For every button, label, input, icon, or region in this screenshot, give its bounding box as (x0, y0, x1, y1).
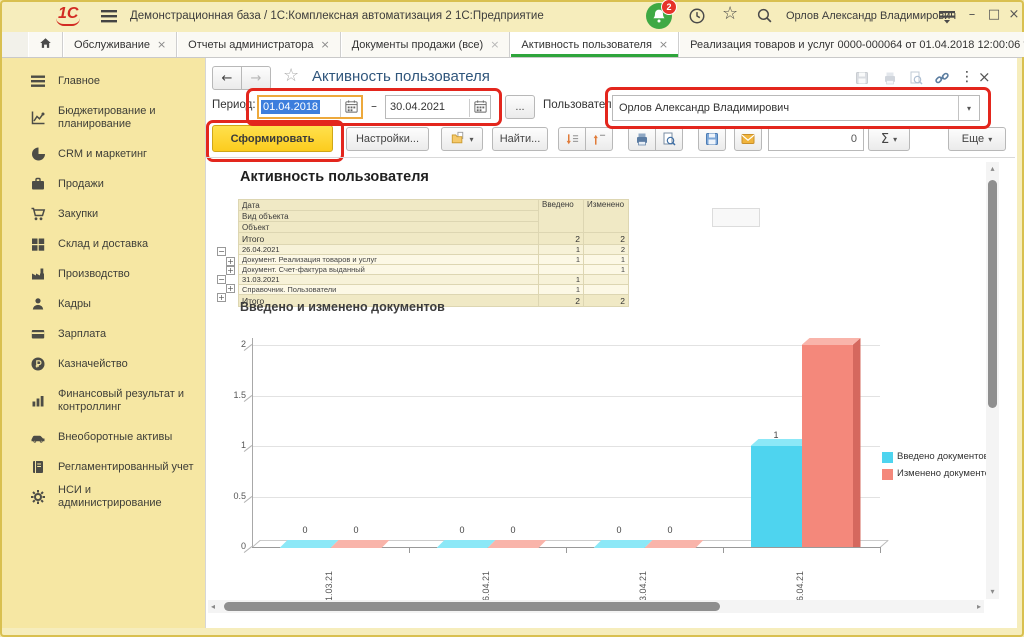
y-axis-label: 1.5 (216, 390, 246, 400)
bar-zero-06.04.21 (488, 540, 547, 548)
bar-value-label: 0 (645, 525, 696, 535)
bar-zero-23.04.21 (645, 540, 704, 548)
scroll-down-icon[interactable]: ▾ (986, 588, 999, 596)
x-axis-tick (723, 547, 724, 553)
y-axis-label: 1 (216, 440, 246, 450)
x-axis-category-label: 31.03.21 (324, 556, 334, 606)
grid-line (252, 396, 880, 397)
legend-swatch (882, 469, 893, 480)
floor-right-slant (880, 540, 889, 548)
y-axis-label: 0 (216, 541, 246, 551)
legend-label: Изменено документов (897, 468, 995, 479)
horizontal-scrollbar-thumb[interactable] (224, 602, 720, 611)
bar-value-label: 1 (751, 430, 802, 440)
scroll-right-icon[interactable]: ▸ (977, 603, 981, 611)
bar-zero-06.04.21 (437, 540, 496, 548)
legend-swatch (882, 452, 893, 463)
bar-value-label: 0 (331, 525, 382, 535)
horizontal-scrollbar[interactable]: ◂ ▸ (208, 600, 984, 613)
bar-top-26.04.21 (802, 338, 861, 345)
vertical-scrollbar[interactable]: ▴ ▾ (986, 162, 999, 599)
x-axis-category-label: 26.04.21 (795, 556, 805, 606)
chart-area: 00.511.520031.03.210006.04.210023.04.211… (0, 0, 1024, 637)
scroll-left-icon[interactable]: ◂ (211, 603, 215, 611)
x-axis-category-label: 06.04.21 (481, 556, 491, 606)
bar-zero-31.03.21 (280, 540, 339, 548)
x-axis-tick (409, 547, 410, 553)
vertical-scrollbar-thumb[interactable] (988, 180, 997, 408)
bar-26.04.21 (751, 446, 802, 547)
bar-side-26.04.21 (853, 338, 861, 547)
x-axis-category-label: 23.04.21 (638, 556, 648, 606)
y-axis-line (252, 338, 253, 547)
x-axis-tick (880, 547, 881, 553)
x-axis-tick (566, 547, 567, 553)
bar-value-label: 0 (488, 525, 539, 535)
grid-line (252, 345, 880, 346)
y-axis-label: 2 (216, 339, 246, 349)
bar-value-label: 0 (437, 525, 488, 535)
bar-value-label: 0 (594, 525, 645, 535)
scroll-up-icon[interactable]: ▴ (986, 165, 999, 173)
bar-zero-31.03.21 (331, 540, 390, 548)
bar-zero-23.04.21 (594, 540, 653, 548)
legend-label: Введено документов (897, 451, 989, 462)
y-axis-label: 0.5 (216, 491, 246, 501)
bar-value-label: 0 (280, 525, 331, 535)
bar-26.04.21 (802, 345, 853, 547)
